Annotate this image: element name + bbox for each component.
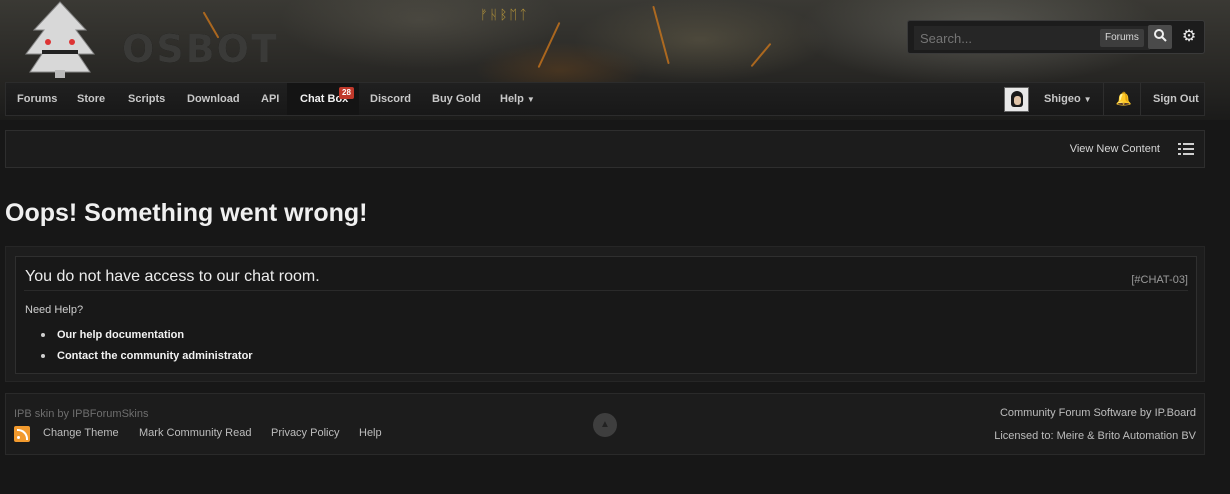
user-menu[interactable]: Shigeo ▼ [1044, 83, 1092, 115]
software-credit[interactable]: Community Forum Software by IP.Board [1000, 407, 1196, 419]
search-button[interactable] [1148, 25, 1172, 49]
main-nav: Forums Store Scripts Download API Chat B… [5, 82, 1205, 116]
nav-item-discord[interactable]: Discord [370, 83, 411, 115]
chat-count-badge: 28 [339, 87, 354, 99]
tree-logo-icon [25, 1, 95, 78]
nav-divider [1103, 83, 1104, 115]
chevron-down-icon: ▼ [526, 95, 535, 104]
error-box: You do not have access to our chat room.… [15, 256, 1197, 374]
bell-icon: 🔔 [1115, 91, 1133, 106]
chevron-down-icon: ▼ [1083, 95, 1092, 104]
need-help-label: Need Help? [25, 304, 84, 316]
username: Shigeo [1044, 93, 1081, 105]
settings-button[interactable]: ⚙ [1178, 26, 1200, 48]
license-text: Licensed to: Meire & Brito Automation BV [994, 430, 1196, 442]
nav-item-store[interactable]: Store [77, 83, 105, 115]
privacy-policy-link[interactable]: Privacy Policy [271, 427, 339, 439]
divider [24, 290, 1188, 291]
nav-divider [1140, 83, 1141, 115]
back-to-top-button[interactable]: ▲ [593, 413, 617, 437]
change-theme-link[interactable]: Change Theme [43, 427, 119, 439]
search-bar: Forums ⚙ [907, 20, 1205, 54]
nav-item-api[interactable]: API [261, 83, 279, 115]
list-icon[interactable] [1178, 143, 1194, 155]
nav-item-help[interactable]: Help ▼ [500, 83, 535, 115]
banner-decoration [750, 42, 772, 68]
nav-item-buy-gold[interactable]: Buy Gold [432, 83, 481, 115]
nav-item-label: Help [500, 93, 524, 105]
banner-decoration [537, 21, 561, 69]
content-toolbar: View New Content [5, 130, 1205, 168]
footer: IPB skin by IPBForumSkins Change Theme M… [5, 393, 1205, 455]
skin-credit[interactable]: IPB skin by IPBForumSkins [14, 408, 149, 420]
banner-decoration [652, 5, 670, 65]
error-panel: You do not have access to our chat room.… [5, 246, 1205, 382]
view-new-content-link[interactable]: View New Content [1070, 143, 1160, 155]
logo-text: OSBOT [122, 27, 279, 71]
page-title: Oops! Something went wrong! [5, 199, 368, 227]
help-link[interactable]: Help [359, 427, 382, 439]
search-scope-button[interactable]: Forums [1100, 29, 1144, 47]
arrow-up-icon: ▲ [600, 419, 610, 430]
nav-item-forums[interactable]: Forums [17, 83, 57, 115]
banner-runes: ᚠᚺᛒᛖᛏ [480, 8, 530, 23]
nav-item-download[interactable]: Download [187, 83, 240, 115]
help-documentation-link[interactable]: Our help documentation [41, 329, 253, 341]
notifications-button[interactable]: 🔔 [1114, 83, 1134, 115]
gear-icon: ⚙ [1181, 28, 1197, 45]
rss-icon[interactable] [14, 426, 30, 442]
error-message: You do not have access to our chat room. [25, 268, 320, 285]
help-links: Our help documentation Contact the commu… [41, 329, 253, 371]
site-logo[interactable]: OSBOT [22, 0, 282, 78]
error-code: [#CHAT-03] [1131, 274, 1188, 286]
nav-item-chat-box[interactable]: Chat Box 28 [287, 83, 359, 115]
avatar-face [1014, 96, 1021, 105]
avatar[interactable] [1004, 87, 1029, 112]
nav-item-scripts[interactable]: Scripts [128, 83, 165, 115]
mark-read-link[interactable]: Mark Community Read [139, 427, 251, 439]
contact-admin-link[interactable]: Contact the community administrator [41, 350, 253, 362]
sign-out-link[interactable]: Sign Out [1153, 83, 1199, 115]
search-icon [1154, 29, 1167, 42]
